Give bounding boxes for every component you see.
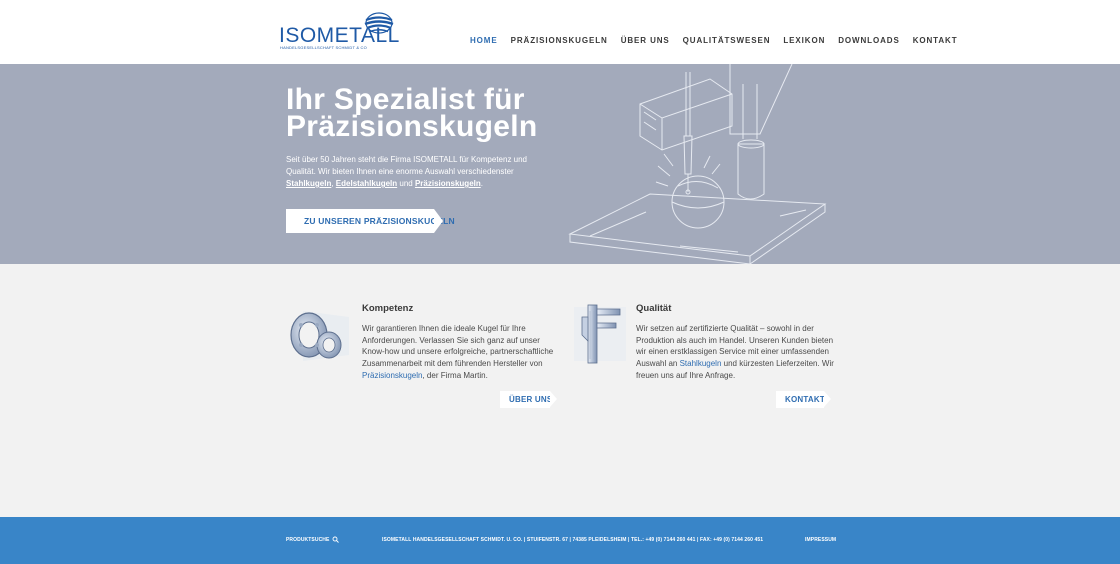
company-info: ISOMETALL HANDELSGESELLSCHAFT SCHMIDT. U… (382, 537, 764, 543)
nav-item-downloads[interactable]: DOWNLOADS (838, 36, 899, 48)
globe-icon (364, 12, 394, 34)
hero-text-end: . (480, 179, 483, 188)
hero-text: Seit über 50 Jahren steht die Firma ISOM… (286, 154, 536, 190)
qualitaet-text: Wir setzen auf zertifizierte Qualität – … (636, 323, 836, 382)
kompetenz-text-main: Wir garantieren Ihnen die ideale Kugel f… (362, 324, 554, 369)
measuring-machine-illustration (568, 64, 827, 264)
kontakt-button[interactable]: KONTAKT (776, 391, 831, 408)
kompetenz-heading: Kompetenz (362, 303, 414, 314)
ball-bearing-icon (290, 311, 349, 361)
nav-item-praezisionskugeln[interactable]: PRÄZISIONSKUGELN (511, 36, 608, 48)
caliper-icon (574, 304, 626, 364)
main-nav: HOME PRÄZISIONSKUGELN ÜBER UNS QUALITÄTS… (470, 36, 971, 48)
logo-subline: HANDELSGESELLSCHAFT SCHMIDT & CO (280, 45, 367, 50)
logo[interactable]: ISOMETALL HANDELSGESELLSCHAFT SCHMIDT & … (279, 12, 399, 52)
nav-item-home[interactable]: HOME (470, 36, 498, 48)
hero-cta-button[interactable]: ZU UNSEREN PRÄZISIONSKUGELN (286, 209, 455, 233)
hero-text-sep-2: und (397, 179, 415, 188)
qualitaet-link-stahlkugeln[interactable]: Stahlkugeln (680, 359, 722, 368)
nav-item-kontakt[interactable]: KONTAKT (913, 36, 958, 48)
search-icon[interactable] (332, 536, 339, 545)
kompetenz-text-end: , der Firma Martin. (422, 370, 488, 380)
impressum-link[interactable]: IMPRESSUM (805, 537, 836, 543)
nav-item-lexikon[interactable]: LEXIKON (783, 36, 825, 48)
nav-item-qualitaetswesen[interactable]: QUALITÄTSWESEN (683, 36, 771, 48)
kompetenz-link-praezisionskugeln[interactable]: Präzisionskugeln (362, 371, 422, 380)
hero-link-praezisionskugeln[interactable]: Präzisionskugeln (415, 179, 481, 188)
produktsuche-link[interactable]: PRODUKTSUCHE (286, 537, 329, 543)
hero-link-stahlkugeln[interactable]: Stahlkugeln (286, 179, 331, 188)
hero-text-intro: Seit über 50 Jahren steht die Firma ISOM… (286, 155, 528, 176)
kompetenz-text: Wir garantieren Ihnen die ideale Kugel f… (362, 323, 558, 382)
site-footer: PRODUKTSUCHE ISOMETALL HANDELSGESELLSCHA… (0, 517, 1120, 564)
qualitaet-heading: Qualität (636, 303, 672, 314)
hero-link-edelstahlkugeln[interactable]: Edelstahlkugeln (336, 179, 397, 188)
hero-banner: Ihr Spezialist für Präzisionskugeln Seit… (0, 64, 1120, 264)
hero-title: Ihr Spezialist für Präzisionskugeln (286, 83, 538, 143)
nav-item-ueber-uns[interactable]: ÜBER UNS (621, 36, 670, 48)
site-header: ISOMETALL HANDELSGESELLSCHAFT SCHMIDT & … (0, 0, 1120, 64)
ueber-uns-button[interactable]: ÜBER UNS (500, 391, 557, 408)
